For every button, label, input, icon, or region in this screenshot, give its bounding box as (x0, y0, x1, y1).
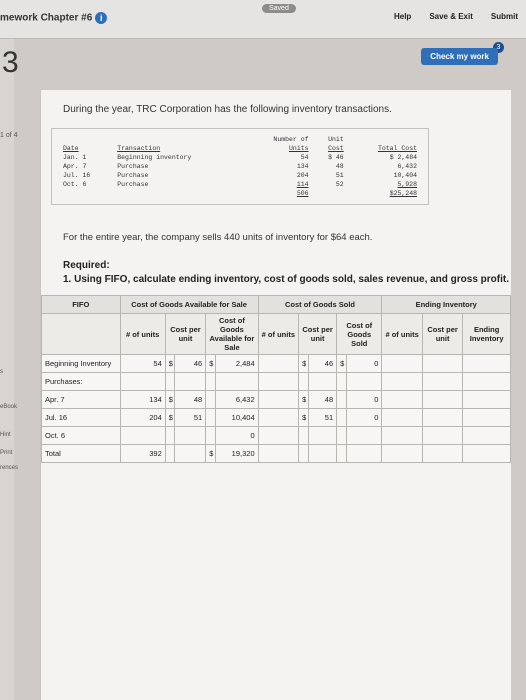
available-value: 0 (214, 426, 259, 445)
required-title: Required: (63, 260, 110, 271)
ending-cost-input[interactable] (421, 426, 464, 445)
table-row: Beginning Inventory 54 $ 46 $ 2,484 $ 46… (41, 354, 511, 373)
col-units-available: # of units (119, 313, 166, 355)
ending-cost-input[interactable] (421, 408, 464, 427)
ending-units-input[interactable] (381, 408, 423, 427)
ending-cost-input[interactable] (421, 390, 464, 409)
check-my-work-button[interactable]: Check my work (421, 48, 498, 65)
table-row-total: 506 $25,248 (60, 189, 420, 198)
submit-button[interactable]: Submit (491, 12, 518, 21)
inventory-transactions: Number of Unit Date Transaction Units Co… (51, 128, 429, 205)
units-input[interactable] (119, 426, 166, 445)
sold-units-input[interactable] (257, 390, 300, 409)
ending-value (462, 390, 511, 409)
ending-units-input[interactable] (381, 426, 423, 445)
hdr-total-cost: Total Cost (377, 145, 417, 152)
ebook-link[interactable]: eBook (0, 404, 17, 410)
cost-input[interactable]: 51 (174, 408, 207, 427)
sold-units-input[interactable] (257, 354, 300, 373)
saved-status: Saved (262, 4, 296, 13)
group-sold: Cost of Goods Sold (257, 295, 383, 314)
ending-cost-input[interactable] (421, 354, 464, 373)
hdr-number-of: Number of (273, 136, 309, 143)
print-link[interactable]: Print (0, 450, 12, 456)
sold-value: 0 (345, 390, 383, 409)
hint-link[interactable]: Hint (0, 432, 11, 438)
table-row: Apr. 7 Purchase 134 48 6,432 (63, 163, 417, 170)
total-units-available: 392 (119, 444, 166, 463)
table-row: Purchases: (41, 372, 511, 391)
col-cost-per-sold: Cost per unit (298, 313, 338, 355)
sold-units-input[interactable] (257, 408, 300, 427)
col-units-ending: # of units (381, 313, 423, 355)
top-actions: Help Save & Exit Submit (394, 12, 518, 21)
sold-cost-input[interactable]: 48 (307, 390, 338, 409)
hdr-transaction: Transaction (117, 145, 161, 152)
table-row-total: Total 392 $ 19,320 (41, 444, 511, 463)
total-cost: $25,248 (389, 190, 417, 197)
col-cost-per-ending: Cost per unit (421, 313, 464, 355)
sold-cost-input[interactable] (307, 426, 338, 445)
table-row: Apr. 7 134 $ 48 6,432 $ 48 0 (41, 390, 511, 409)
inventory-table: Number of Unit Date Transaction Units Co… (60, 135, 420, 198)
total-units: 506 (296, 190, 309, 197)
sold-value: 0 (345, 354, 383, 373)
required-part-1: 1. Using FIFO, calculate ending inventor… (63, 274, 510, 285)
group-ending: Ending Inventory (381, 295, 511, 314)
group-available: Cost of Goods Available for Sale (119, 295, 259, 314)
strip-s-label: s (0, 369, 3, 375)
table-row: Oct. 6 0 (41, 426, 511, 445)
hdr-unit: Unit (328, 136, 344, 143)
ending-value (462, 426, 511, 445)
available-value: 6,432 (214, 390, 259, 409)
info-icon[interactable]: i (95, 12, 108, 24)
question-panel: During the year, TRC Corporation has the… (40, 90, 511, 700)
fifo-table: FIFO Cost of Goods Available for Sale Co… (41, 295, 511, 463)
hdr-units: Units (289, 145, 309, 152)
ending-units-input[interactable] (381, 354, 423, 373)
units-input[interactable]: 204 (119, 408, 166, 427)
units-input[interactable]: 54 (119, 354, 166, 373)
fifo-corner: FIFO (41, 295, 121, 314)
save-exit-button[interactable]: Save & Exit (429, 12, 473, 21)
col-cost-per-available: Cost per unit (164, 313, 207, 355)
fifo-worksheet: FIFO Cost of Goods Available for Sale Co… (41, 295, 511, 463)
units-input[interactable]: 134 (119, 390, 166, 409)
top-bar: mework Chapter #6 i Saved Help Save & Exi… (0, 0, 526, 39)
sold-value (345, 426, 383, 445)
help-button[interactable]: Help (394, 12, 411, 21)
sales-text: For the entire year, the company sells 4… (63, 232, 373, 243)
ending-value (462, 408, 511, 427)
sold-cost-input[interactable]: 46 (307, 354, 338, 373)
cost-input[interactable]: 48 (174, 390, 207, 409)
sold-units-input[interactable] (257, 426, 300, 445)
col-cost-goods-available: Cost of Goods Available for Sale (205, 313, 259, 355)
table-row: Jul. 16 Purchase 204 51 10,404 (63, 172, 417, 179)
table-row: Oct. 6 Purchase 114 52 5,928 (63, 181, 417, 188)
col-ending-inventory: Ending Inventory (462, 313, 511, 355)
question-counter: 1 of 4 (0, 132, 18, 139)
assignment-title: mework Chapter #6 i (0, 12, 108, 24)
col-units-sold: # of units (257, 313, 300, 355)
intro-text: During the year, TRC Corporation has the… (63, 104, 392, 115)
question-number: 3 (2, 46, 19, 79)
hdr-cost: Cost (328, 145, 344, 152)
available-value: 2,484 (214, 354, 259, 373)
ending-value (462, 354, 511, 373)
cost-input[interactable]: 46 (174, 354, 207, 373)
available-value: 10,404 (214, 408, 259, 427)
sold-value: 0 (345, 408, 383, 427)
sold-cost-input[interactable]: 51 (307, 408, 338, 427)
total-available-value: 19,320 (214, 444, 259, 463)
table-row: Jan. 1 Beginning inventory 54 $ 46 $ 2,4… (63, 154, 417, 161)
cost-input[interactable] (174, 426, 207, 445)
table-row: Jul. 16 204 $ 51 10,404 $ 51 0 (41, 408, 511, 427)
ending-units-input[interactable] (381, 390, 423, 409)
references-link[interactable]: rences (0, 465, 18, 471)
hdr-date: Date (63, 145, 79, 152)
col-cost-goods-sold: Cost of Goods Sold (336, 313, 383, 355)
